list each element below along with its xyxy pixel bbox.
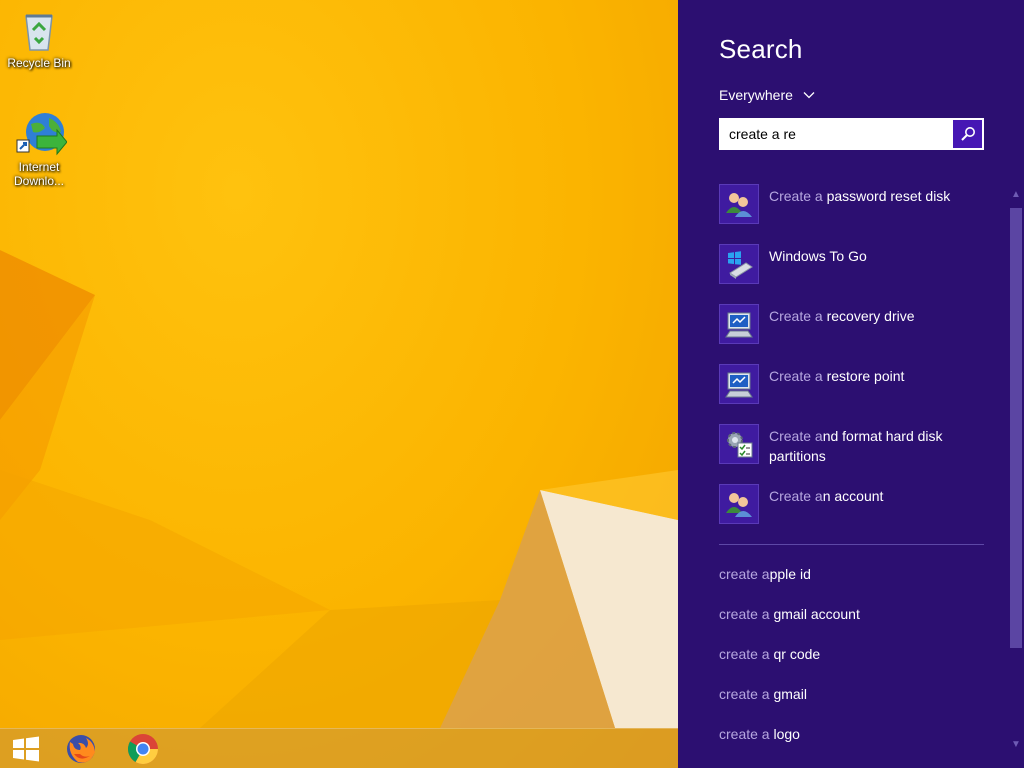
scrollbar-thumb[interactable] (1010, 208, 1022, 648)
web-suggestion-logo[interactable]: create a logo (719, 726, 800, 742)
web-suggestion-gmail[interactable]: create a gmail (719, 686, 807, 702)
windows-logo-icon (13, 736, 39, 762)
search-button[interactable] (952, 119, 983, 149)
suggestion-match-prefix: create a (719, 686, 770, 702)
suggestion-label: gmail (769, 686, 807, 702)
disk-management-icon (719, 424, 759, 464)
result-label: restore point (822, 368, 905, 384)
start-button[interactable] (0, 729, 52, 768)
result-match-prefix: Create a (769, 308, 823, 324)
desktop-icon-label: Internet Downlo... (13, 160, 65, 188)
users-icon (719, 484, 759, 524)
web-suggestion-qr-code[interactable]: create a qr code (719, 646, 820, 662)
suggestion-label: pple id (769, 566, 811, 582)
search-result-create-an-account[interactable]: Create an account (719, 484, 984, 528)
firefox-icon (67, 735, 95, 763)
desktop-icon-recycle-bin[interactable]: Recycle Bin (1, 6, 77, 70)
search-charm-title: Search (719, 34, 803, 64)
search-icon (960, 127, 975, 141)
chevron-down-icon (803, 92, 815, 99)
suggestion-match-prefix: create a (719, 646, 770, 662)
usb-drive-icon (719, 244, 759, 284)
result-label: recovery drive (822, 308, 915, 324)
users-icon (719, 184, 759, 224)
desktop-icon-internet-download-manager[interactable]: Internet Downlo... (1, 110, 77, 188)
wallpaper (0, 250, 678, 728)
suggestion-match-prefix: create a (719, 606, 770, 622)
results-scrollbar[interactable]: ▲ ▼ (1008, 175, 1024, 768)
search-result-password-reset-disk[interactable]: Create a password reset disk (719, 184, 984, 228)
taskbar (0, 728, 678, 768)
web-suggestion-apple-id[interactable]: create apple id (719, 566, 811, 582)
computer-monitor-icon (719, 364, 759, 404)
search-scope-dropdown[interactable]: Everywhere (719, 87, 815, 103)
result-match-prefix: Create a (769, 488, 823, 504)
search-input[interactable] (720, 119, 952, 149)
result-label: Windows To Go (769, 248, 867, 264)
desktop-icon-label: Recycle Bin (7, 56, 71, 70)
search-box (719, 118, 984, 150)
scroll-up-arrow-icon[interactable]: ▲ (1010, 189, 1022, 201)
web-suggestion-gmail-account[interactable]: create a gmail account (719, 606, 860, 622)
suggestion-label: gmail account (769, 606, 860, 622)
suggestion-match-prefix: create a (719, 566, 770, 582)
recycle-bin-icon (15, 6, 63, 54)
search-result-recovery-drive[interactable]: Create a recovery drive (719, 304, 984, 348)
desktop: Recycle Bin Internet Downlo... (0, 0, 678, 768)
result-match-prefix: Create a (769, 368, 823, 384)
internet-download-manager-icon (15, 110, 68, 158)
taskbar-firefox-button[interactable] (55, 729, 107, 768)
search-result-windows-to-go[interactable]: Windows To Go (719, 244, 984, 288)
scroll-down-arrow-icon[interactable]: ▼ (1010, 739, 1022, 751)
computer-monitor-icon (719, 304, 759, 344)
result-label: n account (822, 488, 884, 504)
search-result-restore-point[interactable]: Create a restore point (719, 364, 984, 408)
search-charm-panel: Search Everywhere Create a password rese… (678, 0, 1024, 768)
taskbar-chrome-button[interactable] (117, 729, 169, 768)
search-scope-label: Everywhere (719, 87, 793, 103)
result-match-prefix: Create a (769, 188, 823, 204)
suggestion-match-prefix: create a (719, 726, 770, 742)
results-divider (719, 544, 984, 545)
suggestion-label: qr code (769, 646, 821, 662)
suggestion-label: logo (769, 726, 800, 742)
result-label: password reset disk (822, 188, 951, 204)
result-match-prefix: Create a (769, 428, 823, 444)
chrome-icon (127, 734, 158, 765)
search-result-format-hard-disk-partitions[interactable]: Create and format hard disk partitions (719, 424, 984, 468)
